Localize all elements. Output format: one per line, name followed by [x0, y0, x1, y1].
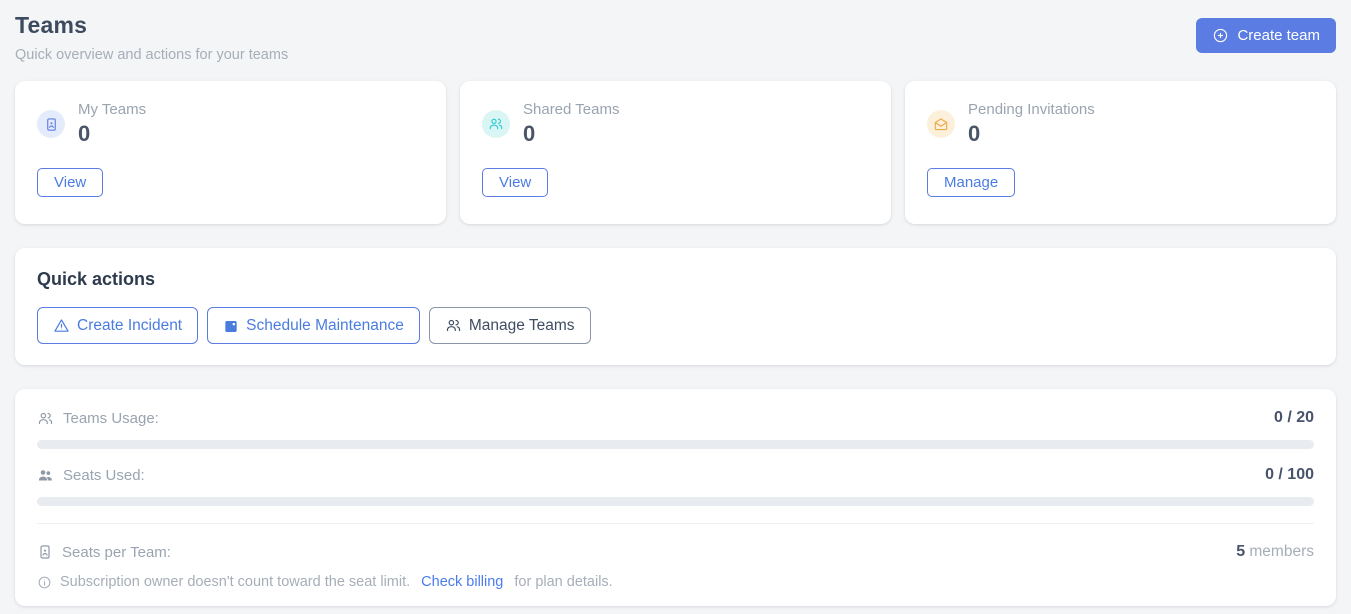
seats-per-team-row: Seats per Team: 5 members	[37, 543, 1314, 561]
schedule-maintenance-label: Schedule Maintenance	[246, 317, 404, 335]
stat-value: 0	[523, 121, 619, 147]
my-teams-view-button[interactable]: View	[37, 168, 103, 197]
quick-actions-panel: Quick actions Create Incident	[15, 248, 1336, 365]
seats-used-progressbar	[37, 497, 1314, 506]
shared-teams-card: Shared Teams 0 View	[460, 81, 891, 224]
manage-teams-button[interactable]: Manage Teams	[429, 307, 591, 344]
seats-per-team-suffix: members	[1245, 543, 1314, 560]
create-team-button[interactable]: Create team	[1196, 18, 1336, 53]
note-suffix: for plan details.	[514, 574, 612, 590]
stat-value: 0	[968, 121, 1095, 147]
mail-open-icon	[927, 110, 955, 138]
create-incident-button[interactable]: Create Incident	[37, 307, 198, 344]
page-header: Teams Quick overview and actions for you…	[15, 12, 1336, 63]
page-subtitle: Quick overview and actions for your team…	[15, 47, 288, 63]
plus-circle-icon	[1212, 27, 1229, 44]
users-icon	[445, 317, 462, 334]
seats-used-label: Seats Used:	[63, 467, 145, 484]
page-title: Teams	[15, 12, 288, 39]
teams-usage-value: 0 / 20	[1274, 409, 1314, 427]
users-icon	[482, 110, 510, 138]
teams-usage-progressbar	[37, 440, 1314, 449]
seat-limit-note: Subscription owner doesn't count toward …	[37, 574, 1314, 590]
stat-label: My Teams	[78, 101, 146, 118]
check-billing-link[interactable]: Check billing	[421, 574, 503, 590]
usage-panel: Teams Usage: 0 / 20 Seats Used: 0 / 100	[15, 389, 1336, 606]
create-incident-label: Create Incident	[77, 317, 182, 335]
teams-usage-row: Teams Usage: 0 / 20	[37, 409, 1314, 427]
teams-page: Teams Quick overview and actions for you…	[0, 0, 1351, 606]
page-header-text: Teams Quick overview and actions for you…	[15, 12, 288, 63]
quick-actions-title: Quick actions	[37, 269, 1314, 290]
seats-used-row: Seats Used: 0 / 100	[37, 466, 1314, 484]
seats-per-team-label: Seats per Team:	[62, 544, 171, 561]
usage-divider	[37, 523, 1314, 524]
users-filled-icon	[37, 467, 54, 484]
create-team-button-label: Create team	[1237, 27, 1320, 44]
teams-usage-label: Teams Usage:	[63, 410, 159, 427]
schedule-maintenance-button[interactable]: Schedule Maintenance	[207, 307, 420, 344]
stat-cards-row: My Teams 0 View Shared	[15, 81, 1336, 224]
users-outline-icon	[37, 410, 54, 427]
my-teams-card: My Teams 0 View	[15, 81, 446, 224]
info-icon	[37, 575, 52, 590]
stat-label: Pending Invitations	[968, 101, 1095, 118]
stat-value: 0	[78, 121, 146, 147]
warning-triangle-icon	[53, 317, 70, 334]
badge-icon	[37, 544, 53, 560]
manage-teams-label: Manage Teams	[469, 317, 575, 335]
shared-teams-view-button[interactable]: View	[482, 168, 548, 197]
stat-label: Shared Teams	[523, 101, 619, 118]
pending-invitations-card: Pending Invitations 0 Manage	[905, 81, 1336, 224]
calendar-icon	[223, 318, 239, 334]
seats-per-team-value: 5	[1236, 543, 1245, 560]
note-prefix: Subscription owner doesn't count toward …	[60, 574, 410, 590]
seats-used-value: 0 / 100	[1265, 466, 1314, 484]
badge-icon	[37, 110, 65, 138]
pending-invitations-manage-button[interactable]: Manage	[927, 168, 1015, 197]
